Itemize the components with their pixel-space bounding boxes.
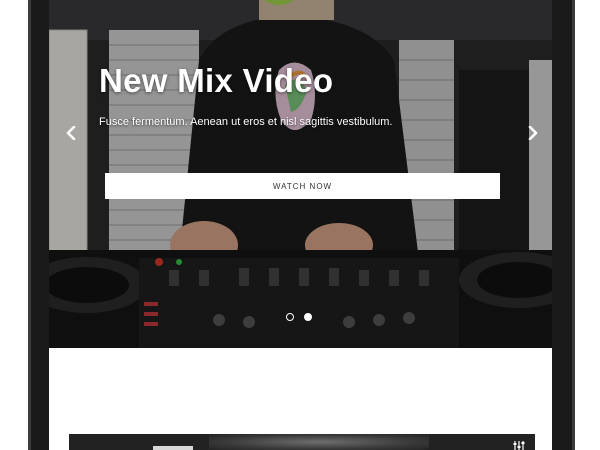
- chevron-left-icon: [66, 126, 76, 140]
- card-title-partial: [153, 446, 193, 450]
- hero-title: New Mix Video: [99, 62, 334, 99]
- slide-dot-2-active[interactable]: [304, 313, 312, 321]
- tablet-screen: New Mix Video Fusce fermentum. Aenean ut…: [49, 0, 552, 450]
- watch-now-button[interactable]: WATCH NOW: [105, 173, 500, 199]
- slider-pagination: [286, 313, 312, 321]
- card-thumbnail: [209, 434, 429, 450]
- hero-slider: New Mix Video Fusce fermentum. Aenean ut…: [49, 0, 552, 348]
- tablet-edge-right: [572, 0, 575, 450]
- video-card-preview[interactable]: [69, 434, 535, 450]
- hero-subtitle: Fusce fermentum. Aenean ut eros et nisl …: [99, 116, 393, 128]
- slider-prev-button[interactable]: [61, 123, 81, 143]
- chevron-right-icon: [528, 126, 538, 140]
- mixer-sliders-icon[interactable]: [513, 441, 525, 450]
- tablet-edge-left: [28, 0, 31, 450]
- slide-dot-1[interactable]: [286, 313, 294, 321]
- slider-next-button[interactable]: [523, 123, 543, 143]
